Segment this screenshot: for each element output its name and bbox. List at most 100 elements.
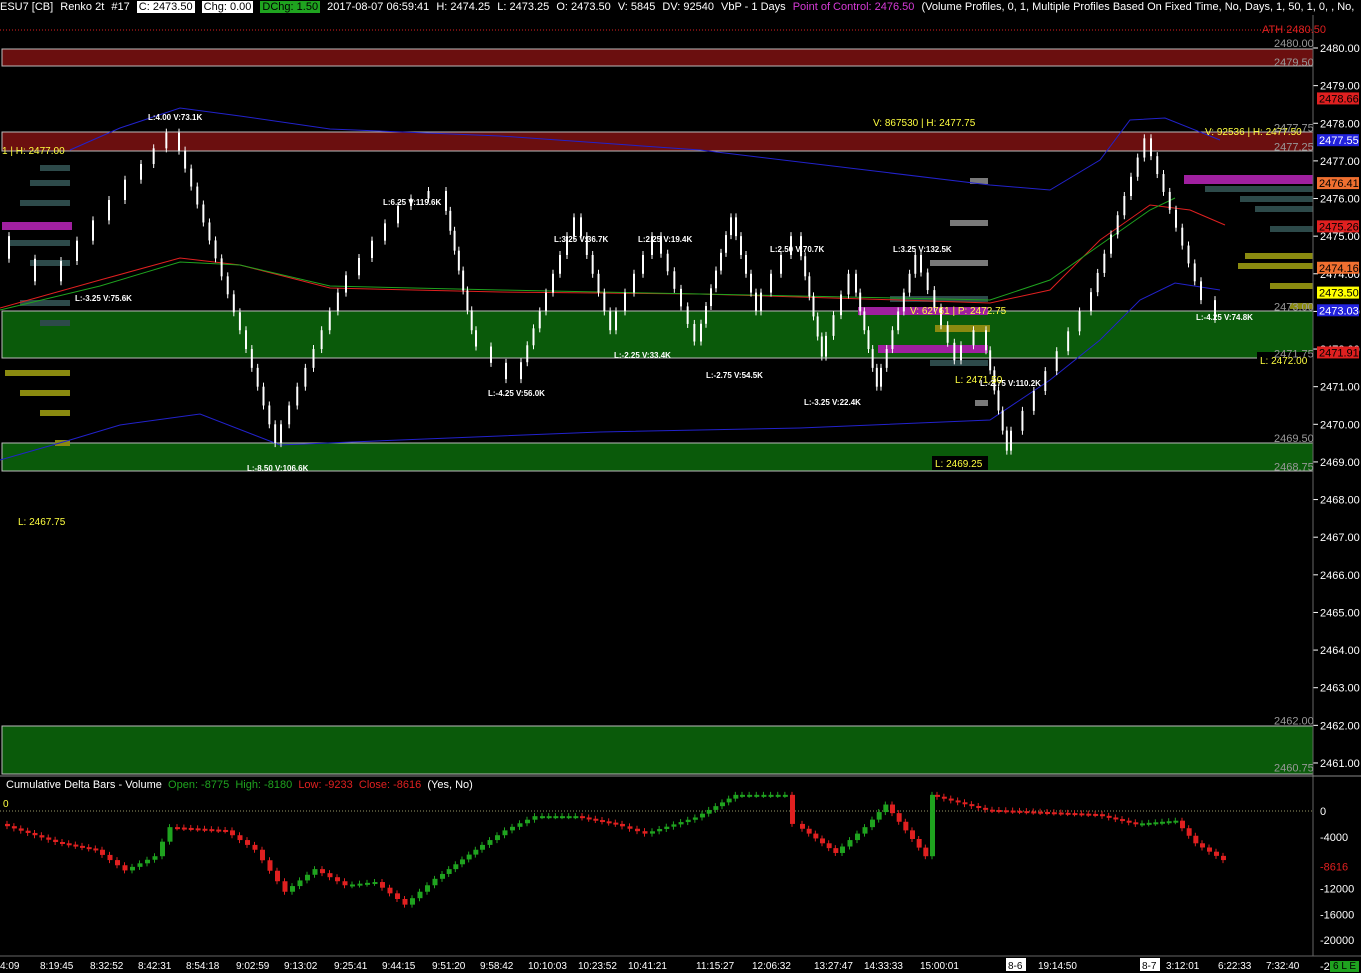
bands (0, 107, 1226, 461)
delta-candle (93, 848, 99, 851)
price-badge: 2473.50 (1317, 286, 1359, 300)
chart-area[interactable]: L:4.00 V:73.1K L:-3.25 V:75.6K L:6.25 V:… (0, 15, 1361, 973)
delta-candle (1120, 819, 1125, 822)
poc-bar (1184, 175, 1313, 184)
time-label: 15:00:01 (920, 961, 959, 972)
delta-candle (870, 819, 875, 828)
dv-value: DV: 92540 (662, 1, 714, 13)
delta-candle (532, 816, 538, 820)
footer-tag[interactable]: 6 L E (1330, 961, 1359, 972)
delta-candle (1166, 821, 1172, 824)
price-axis[interactable]: 2480.00 2479.00 2478.00 2477.00 2476.00 2475.… (1262, 15, 1360, 956)
delta-candle (593, 818, 599, 821)
level-label: 2469.50 (1274, 433, 1314, 445)
delta-candle (855, 833, 860, 841)
delta-candle (335, 877, 340, 882)
delta-candle (1113, 817, 1119, 820)
level-label: 2473.00 (1274, 301, 1314, 313)
swing-label: L:-2.75 V:54.5K (706, 371, 763, 380)
delta-candle (1100, 814, 1105, 817)
time-label: 8-6 (1008, 961, 1023, 972)
delta-candle (761, 794, 767, 797)
delta-candle (66, 843, 72, 846)
delta-candle (826, 843, 832, 849)
level-label: 2468.75 (1274, 461, 1314, 473)
delta-tick-label: -12000 (1320, 884, 1354, 896)
price-tick-label: 2463.00 (1320, 683, 1360, 695)
bar-datetime: 2017-08-07 06:59:41 (327, 1, 430, 13)
delta-candle (1051, 812, 1057, 815)
delta-candle (678, 822, 684, 825)
price-tick-label: 2479.00 (1320, 81, 1360, 93)
delta-candle (700, 813, 705, 818)
delta-candle (847, 840, 853, 847)
delta-candle (167, 827, 173, 842)
mid-profile-low2: L: 2471.50 (955, 375, 1003, 386)
delta-candle (297, 880, 303, 887)
level-label: 2471.75 (1274, 348, 1314, 360)
time-label: 9:44:15 (382, 961, 416, 972)
delta-candle (395, 893, 400, 899)
chart-type: Renko 2t (60, 1, 105, 13)
svg-text:2475.26: 2475.26 (1319, 221, 1359, 233)
renko-bricks (8, 128, 1216, 455)
delta-candle (560, 816, 565, 819)
delta-candle (790, 794, 795, 824)
delta-candle (1003, 810, 1009, 813)
price-tick-label: 2466.00 (1320, 570, 1360, 582)
delta-candle (216, 829, 222, 832)
delta-candle (627, 826, 633, 829)
delta-candle (941, 796, 947, 799)
delta-candle (1186, 828, 1192, 836)
delta-candle (365, 882, 370, 885)
delta-tick-label: 0 (1320, 806, 1326, 818)
level-label: 2477.25 (1274, 141, 1314, 153)
delta-candle (327, 873, 333, 878)
time-label: 8:54:18 (186, 961, 220, 972)
delta-candle (1126, 820, 1132, 823)
delta-tick-label: -16000 (1320, 909, 1354, 921)
time-label: 3:12:01 (1166, 961, 1200, 972)
svg-text:2473.50: 2473.50 (1319, 288, 1359, 300)
delta-candle (1038, 811, 1044, 814)
time-label: 10:23:52 (578, 961, 617, 972)
price-badge: 2473.03 (1317, 304, 1359, 317)
swing-label: L:6.25 V:119.6K (383, 198, 441, 207)
level-label: 2480.00 (1274, 38, 1314, 50)
delta-candle (290, 886, 295, 892)
delta-low: Low: -9233 (298, 779, 353, 791)
time-label: 9:25:41 (334, 961, 368, 972)
delta-candle (380, 882, 385, 888)
delta-candle (806, 828, 812, 834)
delta-candle (546, 816, 552, 819)
delta-close-badge: -8616 (1320, 862, 1348, 874)
low-value: L: 2473.25 (497, 1, 550, 13)
delta-candle (130, 866, 135, 871)
high-value: H: 2474.25 (436, 1, 491, 13)
delta-candle (402, 898, 408, 905)
support-zone-lower (1, 442, 1314, 472)
delta-candle (962, 802, 968, 805)
delta-tick-label: -4000 (1320, 832, 1348, 844)
delta-axis[interactable]: 0-4000-12000-16000-20000-24000-8616 (1320, 806, 1354, 973)
delta-candle (320, 869, 325, 874)
delta-candle (487, 840, 493, 845)
delta-candle (260, 849, 265, 861)
delta-candle (650, 831, 655, 834)
delta-candle (453, 864, 459, 870)
delta-candle (305, 874, 310, 881)
delta-zero-label: 0 (3, 799, 9, 810)
time-axis[interactable]: 4:09 8:19:45 8:32:52 8:42:31 8:54:18 9:02:59 9… (0, 958, 1300, 972)
delta-candle (53, 839, 59, 842)
delta-candle (733, 794, 739, 799)
delta-candle (387, 887, 393, 894)
symbol[interactable]: ESU7 [CB] (0, 1, 53, 13)
delta-candle (202, 828, 208, 831)
swing-label: L:-4.25 V:56.0K (488, 389, 545, 398)
time-label: 10:10:03 (528, 961, 567, 972)
left-profile-low: L: 2467.75 (18, 517, 66, 528)
price-badge: 2471.91 (1317, 346, 1359, 359)
delta-candle (664, 826, 670, 829)
price-tick-label: 2480.00 (1320, 43, 1360, 55)
delta-candle (1010, 810, 1016, 813)
